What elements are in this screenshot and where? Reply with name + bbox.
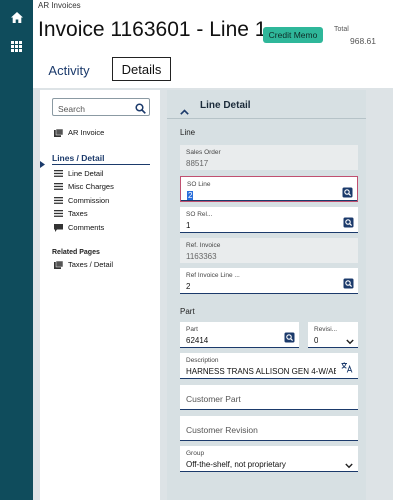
field-label: Customer Part (186, 394, 241, 404)
comment-icon (54, 224, 63, 232)
field-label: Group (186, 450, 205, 457)
field-label: SO Line (187, 181, 211, 188)
so-rel-field[interactable]: SO Rel... 1 (180, 207, 358, 233)
field-label: Sales Order (186, 149, 221, 156)
document-stack-icon (54, 128, 64, 137)
app-rail (0, 0, 33, 500)
section-label-part: Part (180, 307, 195, 316)
list-icon (54, 197, 63, 204)
lookup-icon[interactable] (342, 185, 353, 198)
customer-part-field[interactable]: Customer Part (180, 385, 358, 410)
lookup-icon[interactable] (284, 330, 295, 343)
field-value[interactable]: HARNESS TRANS ALLISON GEN 4-W/ABS SU (186, 367, 336, 376)
search-box[interactable] (52, 98, 150, 119)
status-badge: Credit Memo (263, 27, 323, 43)
nav-item-label: AR Invoice (68, 128, 105, 137)
nav-item-taxes[interactable]: Taxes (54, 209, 88, 218)
caret-right-icon (40, 155, 45, 173)
nav-item-commission[interactable]: Commission (54, 196, 109, 205)
ref-invoice-line-field[interactable]: Ref Invoice Line ... 2 (180, 268, 358, 294)
nav-item-comments[interactable]: Comments (54, 223, 104, 232)
chevron-down-icon[interactable] (345, 456, 353, 474)
field-underline (180, 440, 358, 441)
list-icon (54, 210, 63, 217)
field-value[interactable]: 2 (186, 282, 190, 291)
tab-details[interactable]: Details (112, 57, 171, 81)
ref-invoice-field: Ref. Invoice 1163363 (180, 238, 358, 263)
total-value: 968.61 (350, 36, 376, 46)
field-underline (180, 232, 358, 233)
so-line-field[interactable]: SO Line 2 (180, 176, 358, 202)
document-stack-icon (54, 260, 64, 269)
active-underline (52, 164, 150, 165)
list-icon (54, 183, 63, 190)
nav-item-label: Line Detail (68, 169, 104, 178)
panel-title: Line Detail (200, 100, 251, 111)
nav-item-line-detail[interactable]: Line Detail (54, 169, 103, 178)
group-select[interactable]: Group Off-the-shelf, not proprietary (180, 446, 358, 472)
page-title: Invoice 1163601 - Line 1 (38, 18, 267, 41)
revision-select[interactable]: Revisi... 0 (308, 322, 358, 348)
field-value[interactable]: 62414 (186, 336, 208, 345)
field-value[interactable]: Off-the-shelf, not proprietary (186, 460, 286, 469)
nav-item-taxes-detail[interactable]: Taxes / Detail (54, 260, 113, 269)
panel-header[interactable]: Line Detail (167, 95, 366, 119)
section-label-line: Line (180, 128, 196, 137)
nav-item-label: Taxes / Detail (68, 260, 114, 269)
field-label: Ref Invoice Line ... (186, 272, 240, 279)
translate-icon[interactable] (341, 360, 353, 378)
related-pages-heading: Related Pages (52, 249, 100, 256)
tab-activity[interactable]: Activity (38, 58, 100, 82)
nav-item-ar-invoice[interactable]: AR Invoice (54, 128, 104, 137)
description-field[interactable]: Description HARNESS TRANS ALLISON GEN 4-… (180, 353, 358, 379)
panel-divider (167, 118, 366, 119)
app-grid-icon[interactable] (0, 31, 33, 61)
nav-item-label: Taxes (68, 209, 88, 218)
field-label: Part (186, 326, 198, 333)
field-label: Description (186, 357, 219, 364)
nav-item-lines-detail[interactable]: Lines / Detail (52, 153, 104, 163)
field-value[interactable]: 0 (314, 336, 318, 345)
field-underline (180, 293, 358, 294)
list-icon (54, 170, 63, 177)
search-icon[interactable] (135, 101, 146, 119)
left-nav-panel (40, 90, 160, 500)
field-label: Ref. Invoice (186, 242, 221, 249)
part-field[interactable]: Part 62414 (180, 322, 299, 348)
nav-item-label: Misc Charges (68, 182, 114, 191)
breadcrumb[interactable]: AR Invoices (38, 1, 81, 10)
nav-item-misc-charges[interactable]: Misc Charges (54, 182, 114, 191)
lookup-icon[interactable] (343, 276, 354, 289)
lookup-icon[interactable] (343, 215, 354, 228)
field-underline (180, 471, 358, 472)
sales-order-field: Sales Order 88517 (180, 145, 358, 170)
nav-item-label: Comments (68, 223, 105, 232)
field-value[interactable]: 1 (186, 221, 190, 230)
field-label: SO Rel... (186, 211, 213, 218)
field-value[interactable]: 2 (187, 191, 194, 200)
field-value: 1163363 (186, 252, 217, 261)
field-underline (180, 409, 358, 410)
field-underline (180, 378, 358, 379)
field-underline (181, 200, 357, 201)
nav-item-label: Commission (68, 196, 110, 205)
chevron-down-icon[interactable] (346, 332, 354, 350)
field-value: 88517 (186, 159, 209, 168)
search-input[interactable] (53, 101, 133, 117)
field-label: Revisi... (314, 326, 338, 333)
home-icon[interactable] (0, 2, 33, 32)
customer-revision-field[interactable]: Customer Revision (180, 416, 358, 441)
total-label: Total (334, 26, 349, 33)
field-underline (180, 347, 299, 348)
field-label: Customer Revision (186, 425, 258, 435)
